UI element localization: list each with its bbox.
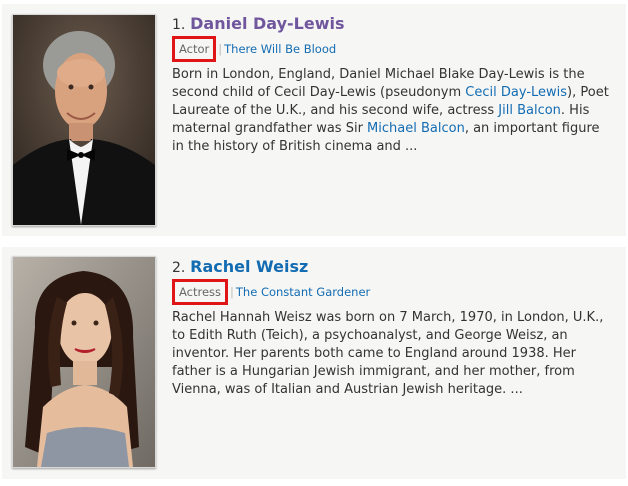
known-for-link[interactable]: The Constant Gardener xyxy=(236,285,370,299)
portrait-woman-icon xyxy=(13,257,155,467)
separator: | xyxy=(218,42,223,56)
list-item: 2. Rachel Weisz Actress | The Constant Gar… xyxy=(2,247,626,479)
person-name-link[interactable]: Rachel Weisz xyxy=(190,257,308,276)
search-results-list: 1. Daniel Day-Lewis Actor | There Will Be … xyxy=(0,0,628,486)
separator: | xyxy=(230,285,234,299)
role-label: Actor xyxy=(172,36,217,62)
person-photo[interactable] xyxy=(12,14,156,226)
person-photo[interactable] xyxy=(12,256,156,468)
result-meta: Actress | The Constant Gardener xyxy=(172,279,614,305)
result-content: 2. Rachel Weisz Actress | The Constant Gar… xyxy=(172,257,614,399)
result-header: 2. Rachel Weisz xyxy=(172,257,614,278)
known-for-link[interactable]: There Will Be Blood xyxy=(224,42,336,56)
person-bio: Rachel Hannah Weisz was born on 7 March,… xyxy=(172,310,604,397)
result-index: 2. xyxy=(172,260,186,276)
result-meta: Actor | There Will Be Blood xyxy=(172,36,614,62)
person-name-link[interactable]: Daniel Day-Lewis xyxy=(190,14,344,33)
role-label: Actress xyxy=(172,279,229,305)
bio-link-cecil-day-lewis[interactable]: Cecil Day-Lewis xyxy=(465,85,567,100)
portrait-man-icon xyxy=(13,15,155,225)
result-content: 1. Daniel Day-Lewis Actor | There Will Be … xyxy=(172,14,614,156)
bio-link-michael-balcon[interactable]: Michael Balcon xyxy=(367,121,465,136)
person-bio: Born in London, England, Daniel Michael … xyxy=(172,66,612,156)
result-index: 1. xyxy=(172,17,186,33)
bio-link-jill-balcon[interactable]: Jill Balcon xyxy=(498,103,561,118)
list-item: 1. Daniel Day-Lewis Actor | There Will Be … xyxy=(2,4,626,236)
result-header: 1. Daniel Day-Lewis xyxy=(172,14,614,35)
